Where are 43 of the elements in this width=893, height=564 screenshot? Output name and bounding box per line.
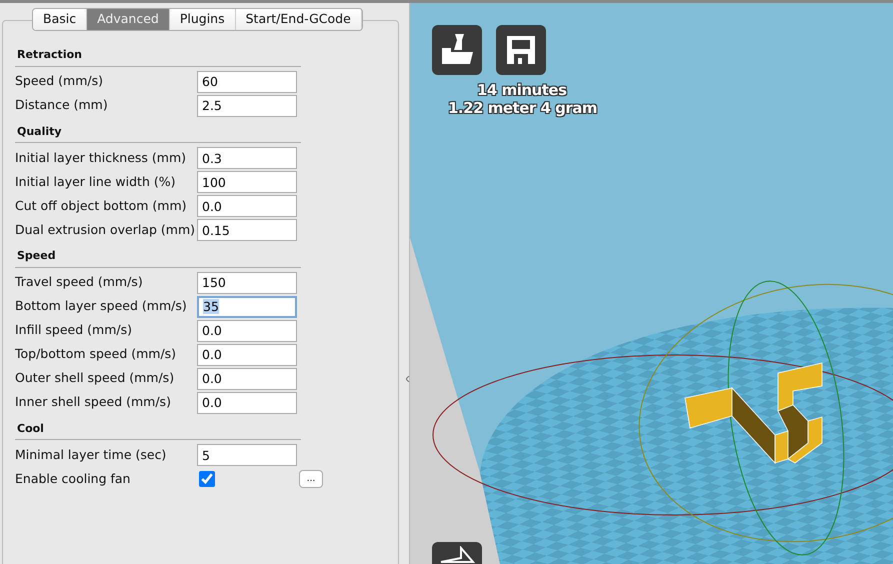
print-button[interactable] [432, 25, 482, 75]
section-heading: Speed [15, 248, 301, 268]
checkbox[interactable] [199, 471, 215, 487]
input-field[interactable]: 150 [197, 272, 297, 294]
tab[interactable]: Advanced [87, 9, 170, 30]
field-label: Outer shell speed (mm/s) [15, 369, 176, 388]
field-label: Cut off object bottom (mm) [15, 196, 188, 215]
input-field[interactable]: 60 [197, 70, 297, 92]
input-field[interactable]: 35 [197, 296, 297, 318]
section-heading: Retraction [15, 47, 301, 66]
field-label: Initial layer line width (%) [15, 172, 176, 191]
section-heading: Quality [15, 124, 301, 143]
field-label: Infill speed (mm/s) [15, 321, 133, 340]
input-field[interactable]: 100 [197, 171, 297, 193]
save-button[interactable] [496, 25, 546, 75]
print-time-text: 14 minutes [477, 80, 566, 101]
material-usage-text: 1.22 meter 4 gram [448, 98, 598, 119]
field-label: Inner shell speed (mm/s) [15, 393, 172, 412]
arrow-icon [439, 546, 475, 564]
field-label: Dual extrusion overlap (mm) [15, 220, 196, 239]
input-field[interactable]: 5 [197, 444, 297, 466]
section-heading: Cool [15, 420, 301, 440]
input-field[interactable]: 0.0 [197, 368, 297, 390]
field-label: Travel speed (mm/s) [15, 273, 144, 292]
input-field[interactable]: 0.0 [197, 392, 297, 414]
field-label: Top/bottom speed (mm/s) [15, 345, 178, 364]
tab[interactable]: Plugins [170, 9, 236, 30]
field-label: Bottom layer speed (mm/s) [15, 297, 188, 316]
tab[interactable]: Start/End-GCode [236, 9, 362, 30]
input-field[interactable]: 0.15 [197, 219, 297, 241]
field-label: Enable cooling fan [15, 470, 132, 488]
input-field[interactable]: 0.0 [197, 320, 297, 342]
input-field[interactable]: 0.0 [197, 344, 297, 366]
input-field[interactable]: 2.5 [197, 94, 297, 116]
options-button[interactable]: ... [299, 470, 323, 488]
input-field[interactable]: 0.3 [197, 147, 297, 169]
field-label: Distance (mm) [15, 96, 109, 114]
tab[interactable]: Basic [33, 9, 88, 30]
splitter-handle-icon[interactable] [406, 376, 410, 382]
field-label: Minimal layer time (sec) [15, 446, 168, 464]
input-field[interactable]: 0.0 [197, 195, 297, 217]
field-label: Initial layer thickness (mm) [15, 148, 188, 167]
field-label: Speed (mm/s) [15, 72, 104, 90]
